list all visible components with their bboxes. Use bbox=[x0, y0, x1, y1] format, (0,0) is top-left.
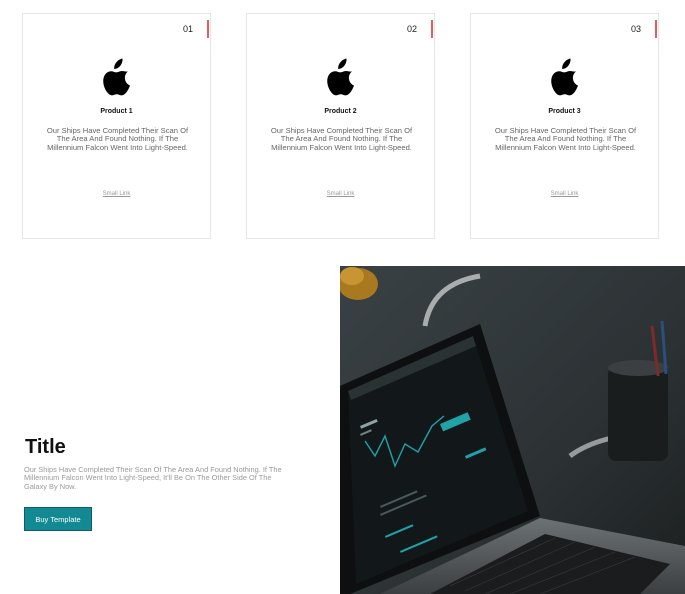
hero-title: Title bbox=[25, 436, 66, 458]
card-number: 02 bbox=[406, 24, 417, 34]
hero-description: Our Ships Have Completed Their Scan Of T… bbox=[24, 465, 282, 491]
product-card: 01 Product 1 Our Ships Have Completed Th… bbox=[22, 13, 211, 239]
apple-logo-icon bbox=[326, 58, 354, 96]
product-description: Our Ships Have Completed Their Scan Of T… bbox=[494, 126, 637, 152]
laptop-photo bbox=[340, 266, 685, 594]
product-title: Product 2 bbox=[324, 108, 357, 115]
apple-logo-icon bbox=[102, 58, 130, 96]
card-number: 03 bbox=[630, 24, 641, 34]
product-card: 02 Product 2 Our Ships Have Completed Th… bbox=[246, 13, 435, 239]
card-accent-bar bbox=[431, 20, 433, 38]
card-number: 01 bbox=[182, 24, 193, 34]
product-card: 03 Product 3 Our Ships Have Completed Th… bbox=[470, 13, 659, 239]
product-title: Product 1 bbox=[100, 108, 133, 115]
product-title: Product 3 bbox=[548, 108, 581, 115]
card-accent-bar bbox=[655, 20, 657, 38]
product-description: Our Ships Have Completed Their Scan Of T… bbox=[270, 126, 413, 152]
small-link[interactable]: Small Link bbox=[23, 191, 210, 197]
card-accent-bar bbox=[207, 20, 209, 38]
apple-logo-icon bbox=[550, 58, 578, 96]
buy-template-button[interactable]: Buy Template bbox=[24, 507, 92, 531]
product-description: Our Ships Have Completed Their Scan Of T… bbox=[46, 126, 189, 152]
small-link[interactable]: Small Link bbox=[247, 191, 434, 197]
small-link[interactable]: Small Link bbox=[471, 191, 658, 197]
